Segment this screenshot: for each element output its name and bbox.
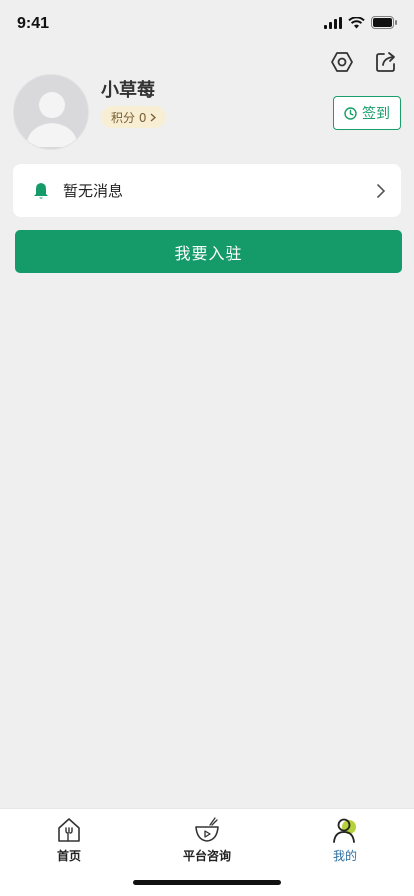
tab-home[interactable]: 首页	[0, 809, 138, 865]
points-label: 积分 0	[111, 110, 147, 125]
top-actions	[330, 50, 398, 74]
tab-label-mine: 我的	[332, 849, 357, 863]
status-icons	[324, 16, 398, 29]
settings-icon[interactable]	[330, 50, 354, 74]
points-badge[interactable]: 积分 0	[101, 106, 167, 128]
message-text: 暂无消息	[63, 182, 124, 200]
bowl-play-icon	[195, 817, 219, 842]
tab-consult[interactable]: 平台咨询	[138, 809, 276, 865]
profile-header: 小草莓 积分 0 签到	[13, 74, 401, 152]
message-card[interactable]: 暂无消息	[13, 164, 401, 217]
chevron-right-icon	[377, 183, 386, 198]
tab-mine[interactable]: 我的	[276, 809, 414, 865]
home-indicator	[133, 880, 281, 885]
signal-icon	[324, 16, 342, 29]
tab-label-home: 首页	[56, 849, 81, 863]
home-icon	[58, 818, 80, 842]
wifi-icon	[348, 16, 365, 28]
default-avatar-icon	[26, 92, 78, 147]
clock-icon	[344, 106, 357, 120]
chevron-right-icon	[150, 112, 157, 122]
tab-label-consult: 平台咨询	[182, 849, 231, 863]
join-button[interactable]: 我要入驻	[15, 230, 402, 273]
battery-icon	[371, 16, 397, 29]
status-bar: 9:41	[0, 0, 414, 48]
checkin-label: 签到	[362, 106, 390, 122]
share-icon[interactable]	[374, 50, 398, 74]
status-time: 9:41	[17, 15, 50, 32]
avatar[interactable]	[13, 74, 89, 150]
bell-icon	[34, 182, 48, 199]
checkin-button[interactable]: 签到	[333, 96, 401, 130]
person-icon	[333, 818, 356, 843]
username: 小草莓	[101, 80, 155, 101]
